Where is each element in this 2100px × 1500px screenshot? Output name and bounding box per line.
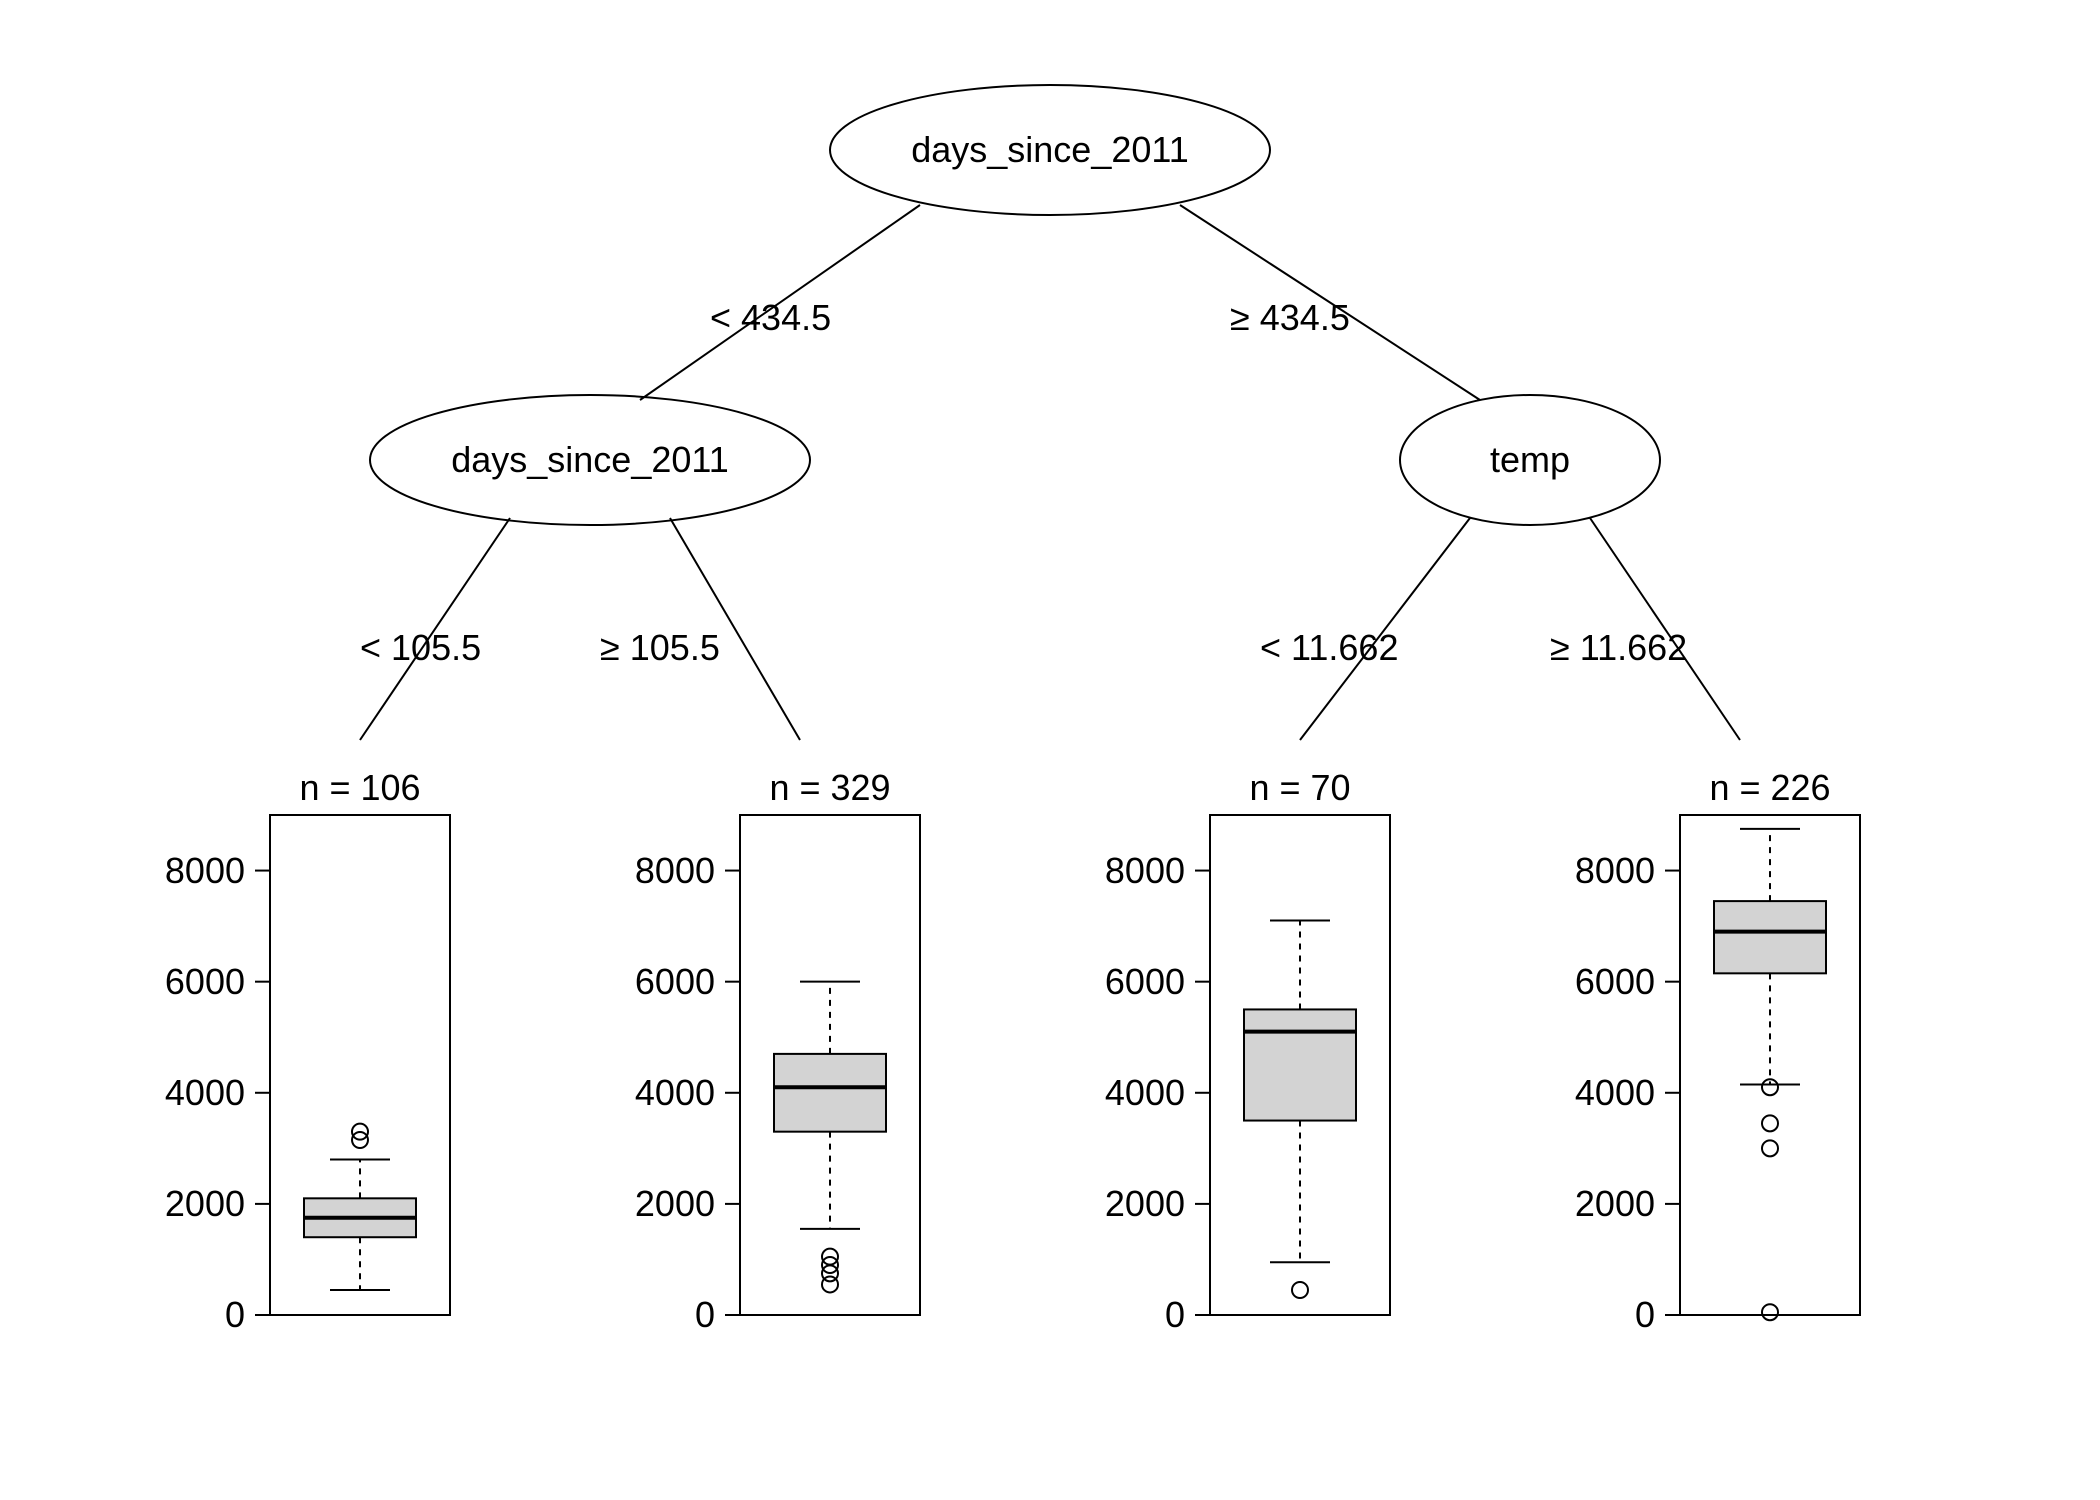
leaf-1-tick-4000: 4000 <box>165 1072 245 1113</box>
leaf-3-axis: 0 2000 4000 6000 8000 <box>1105 850 1210 1335</box>
leaf-2-tick-0: 0 <box>695 1294 715 1335</box>
leaf-2-tick-4000: 4000 <box>635 1072 715 1113</box>
leaf-4-tick-4000: 4000 <box>1575 1072 1655 1113</box>
left-node: days_since_2011 <box>370 395 810 525</box>
leaf-2-axis: 0 2000 4000 6000 8000 <box>635 850 740 1335</box>
leaf-2-box <box>774 1054 886 1132</box>
root-node: days_since_2011 <box>830 85 1270 215</box>
root-node-label: days_since_2011 <box>911 129 1189 170</box>
leaf-1-tick-8000: 8000 <box>165 850 245 891</box>
leaf-2-tick-2000: 2000 <box>635 1183 715 1224</box>
leaf-4-n: n = 226 <box>1709 767 1830 808</box>
leaf-4-tick-0: 0 <box>1635 1294 1655 1335</box>
leaf-2: n = 329 0 2000 4000 6000 8000 <box>635 767 920 1335</box>
leaf-1: n = 106 0 2000 4000 6000 8000 <box>165 767 450 1335</box>
right-node-label: temp <box>1490 439 1570 480</box>
left-right-condition: ≥ 105.5 <box>600 627 720 668</box>
right-node: temp <box>1400 395 1660 525</box>
decision-tree-diagram: days_since_2011 < 434.5 ≥ 434.5 days_sin… <box>0 0 2100 1500</box>
leaf-1-tick-0: 0 <box>225 1294 245 1335</box>
right-right-condition: ≥ 11.662 <box>1550 627 1687 668</box>
root-right-condition: ≥ 434.5 <box>1230 297 1350 338</box>
leaf-4-box <box>1714 901 1826 973</box>
leaf-3-box <box>1244 1009 1356 1120</box>
leaf-2-tick-6000: 6000 <box>635 961 715 1002</box>
leaf-1-tick-6000: 6000 <box>165 961 245 1002</box>
leaf-3-n: n = 70 <box>1249 767 1350 808</box>
leaf-3-tick-6000: 6000 <box>1105 961 1185 1002</box>
root-left-condition: < 434.5 <box>710 297 831 338</box>
leaf-1-tick-2000: 2000 <box>165 1183 245 1224</box>
leaf-3-tick-0: 0 <box>1165 1294 1185 1335</box>
leaf-4-tick-6000: 6000 <box>1575 961 1655 1002</box>
leaf-4: n = 226 0 2000 4000 6000 8000 <box>1575 767 1860 1335</box>
leaf-4-tick-2000: 2000 <box>1575 1183 1655 1224</box>
leaf-3-tick-8000: 8000 <box>1105 850 1185 891</box>
leaf-2-n: n = 329 <box>769 767 890 808</box>
leaf-3-tick-2000: 2000 <box>1105 1183 1185 1224</box>
left-left-condition: < 105.5 <box>360 627 481 668</box>
leaf-1-n: n = 106 <box>299 767 420 808</box>
right-left-condition: < 11.662 <box>1260 627 1398 668</box>
leaf-1-axis: 0 2000 4000 6000 8000 <box>165 850 270 1335</box>
leaf-3-tick-4000: 4000 <box>1105 1072 1185 1113</box>
leaf-4-tick-8000: 8000 <box>1575 850 1655 891</box>
leaf-4-axis: 0 2000 4000 6000 8000 <box>1575 850 1680 1335</box>
left-node-label: days_since_2011 <box>451 439 729 480</box>
leaf-2-tick-8000: 8000 <box>635 850 715 891</box>
leaf-3: n = 70 0 2000 4000 6000 8000 <box>1105 767 1390 1335</box>
